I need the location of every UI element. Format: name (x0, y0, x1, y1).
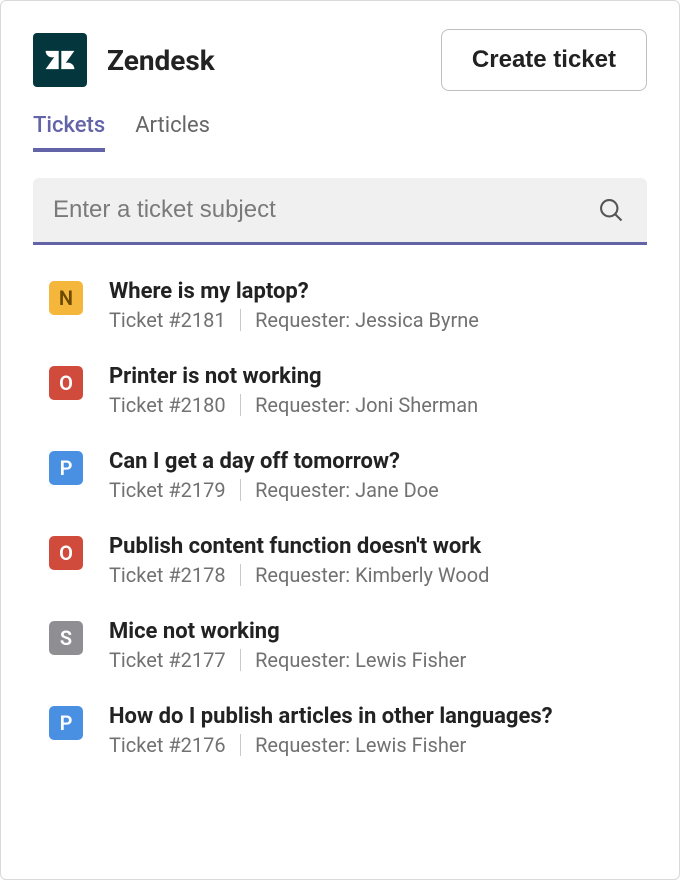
ticket-row[interactable]: O Printer is not working Ticket #2180 Reque… (49, 364, 647, 417)
meta-divider (240, 309, 242, 331)
zendesk-panel: Zendesk Create ticket Tickets Articles N… (0, 0, 680, 880)
ticket-number: Ticket #2177 (109, 648, 226, 672)
zendesk-logo-icon (33, 33, 87, 87)
ticket-meta: Ticket #2178 Requester: Kimberly Wood (109, 563, 647, 587)
ticket-title: Where is my laptop? (109, 279, 647, 304)
ticket-meta: Ticket #2177 Requester: Lewis Fisher (109, 648, 647, 672)
ticket-content: Mice not working Ticket #2177 Requester: L… (109, 619, 647, 672)
ticket-meta: Ticket #2181 Requester: Jessica Byrne (109, 308, 647, 332)
ticket-list: N Where is my laptop? Ticket #2181 Requeste… (33, 279, 647, 757)
ticket-requester: Requester: Lewis Fisher (255, 733, 466, 757)
search-input[interactable] (33, 178, 647, 245)
ticket-requester: Requester: Jane Doe (255, 478, 439, 502)
ticket-requester: Requester: Lewis Fisher (255, 648, 466, 672)
search-wrap (33, 178, 647, 245)
ticket-content: Printer is not working Ticket #2180 Reques… (109, 364, 647, 417)
ticket-row[interactable]: O Publish content function doesn't work Ti… (49, 534, 647, 587)
meta-divider (240, 479, 242, 501)
ticket-title: Mice not working (109, 619, 647, 644)
ticket-row[interactable]: P How do I publish articles in other lang… (49, 704, 647, 757)
meta-divider (240, 649, 242, 671)
header: Zendesk Create ticket (33, 29, 647, 91)
ticket-row[interactable]: N Where is my laptop? Ticket #2181 Requeste… (49, 279, 647, 332)
meta-divider (240, 564, 242, 586)
ticket-number: Ticket #2181 (109, 308, 226, 332)
status-badge: N (49, 281, 83, 315)
tab-tickets[interactable]: Tickets (33, 113, 105, 152)
ticket-title: How do I publish articles in other langu… (109, 704, 647, 729)
ticket-title: Publish content function doesn't work (109, 534, 647, 559)
ticket-title: Can I get a day off tomorrow? (109, 449, 647, 474)
ticket-content: Can I get a day off tomorrow? Ticket #217… (109, 449, 647, 502)
ticket-meta: Ticket #2179 Requester: Jane Doe (109, 478, 647, 502)
ticket-number: Ticket #2179 (109, 478, 226, 502)
status-badge: O (49, 366, 83, 400)
status-badge: S (49, 621, 83, 655)
ticket-row[interactable]: P Can I get a day off tomorrow? Ticket #21… (49, 449, 647, 502)
ticket-requester: Requester: Jessica Byrne (255, 308, 479, 332)
ticket-requester: Requester: Joni Sherman (255, 393, 478, 417)
ticket-row[interactable]: S Mice not working Ticket #2177 Requester: … (49, 619, 647, 672)
meta-divider (240, 394, 242, 416)
ticket-title: Printer is not working (109, 364, 647, 389)
ticket-number: Ticket #2178 (109, 563, 226, 587)
meta-divider (240, 734, 242, 756)
tab-articles[interactable]: Articles (135, 113, 210, 152)
app-title: Zendesk (107, 44, 215, 77)
ticket-requester: Requester: Kimberly Wood (255, 563, 489, 587)
ticket-meta: Ticket #2180 Requester: Joni Sherman (109, 393, 647, 417)
ticket-content: Publish content function doesn't work Tic… (109, 534, 647, 587)
status-badge: P (49, 706, 83, 740)
ticket-meta: Ticket #2176 Requester: Lewis Fisher (109, 733, 647, 757)
status-badge: O (49, 536, 83, 570)
header-left: Zendesk (33, 33, 215, 87)
ticket-content: Where is my laptop? Ticket #2181 Requester… (109, 279, 647, 332)
ticket-number: Ticket #2180 (109, 393, 226, 417)
ticket-content: How do I publish articles in other langu… (109, 704, 647, 757)
ticket-number: Ticket #2176 (109, 733, 226, 757)
status-badge: P (49, 451, 83, 485)
tabs: Tickets Articles (33, 113, 647, 152)
create-ticket-button[interactable]: Create ticket (441, 29, 647, 91)
